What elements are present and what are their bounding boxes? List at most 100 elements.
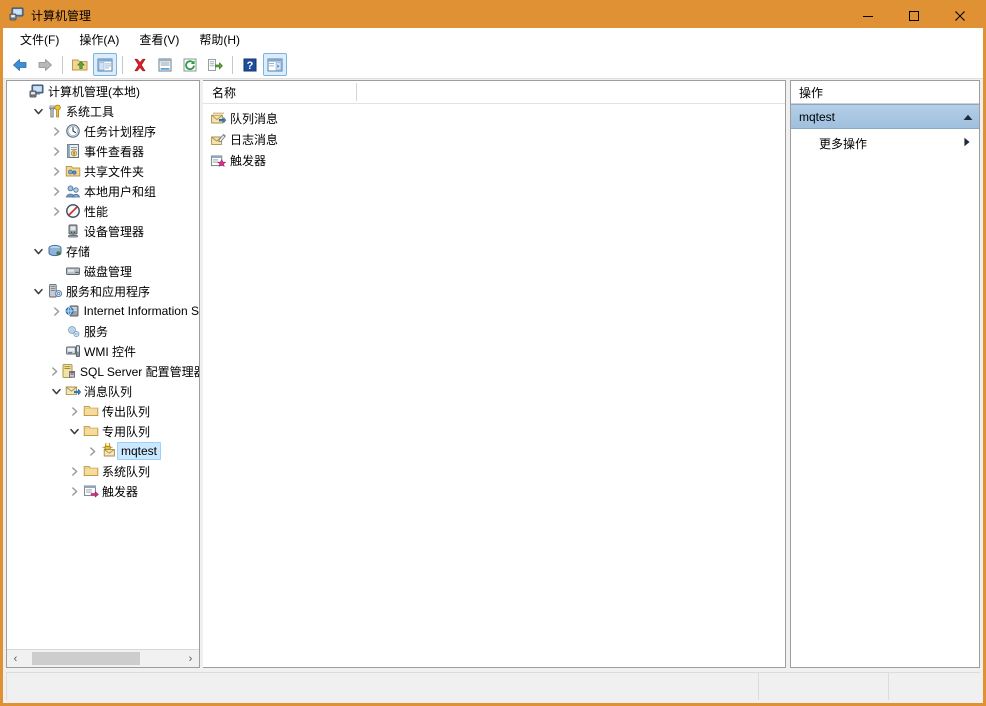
toolbar-separator [122, 55, 123, 74]
column-divider[interactable] [356, 83, 357, 101]
properties-button[interactable] [153, 53, 177, 76]
tree-item-专用队列[interactable]: 专用队列 [7, 421, 199, 441]
chevron-right-icon[interactable] [67, 481, 82, 501]
menu-help[interactable]: 帮助(H) [190, 29, 249, 50]
show-hide-console-tree-button[interactable] [93, 53, 117, 76]
chevron-right-icon[interactable] [67, 401, 82, 421]
tree-item-label: 计算机管理(本地) [48, 84, 140, 99]
storage-icon [46, 241, 64, 261]
chevron-right-icon[interactable] [67, 461, 82, 481]
tree-item-存储[interactable]: 存储 [7, 241, 199, 261]
tree-item-任务计划程序[interactable]: 任务计划程序 [7, 121, 199, 141]
console-tree[interactable]: 计算机管理(本地) 系统工具 任务计划程序 事件查看器共享文件夹本地用户和组 性能设备管… [7, 81, 199, 649]
actions-pane-title: 操作 [791, 81, 979, 104]
tree-item-共享文件夹[interactable]: 共享文件夹 [7, 161, 199, 181]
tree-item-Internet-Information-S[interactable]: Internet Information S [7, 301, 199, 321]
tree-item-mqtest[interactable]: mqtest [7, 441, 199, 461]
help-button[interactable]: ? [238, 53, 262, 76]
chevron-right-icon[interactable] [49, 141, 64, 161]
actions-list[interactable]: 更多操作 [791, 129, 979, 667]
list-item[interactable]: 触发器 [203, 150, 785, 171]
forward-button[interactable] [33, 53, 57, 76]
folder-icon [82, 421, 100, 441]
chevron-up-icon[interactable] [963, 110, 973, 124]
actions-group-header[interactable]: mqtest [791, 104, 979, 129]
list-items[interactable]: 队列消息日志消息触发器 [203, 104, 785, 667]
maximize-button[interactable] [891, 3, 937, 28]
tree-item-label: 消息队列 [84, 384, 133, 399]
chevron-right-icon[interactable] [85, 441, 100, 461]
services-icon [64, 321, 82, 341]
chevron-down-icon[interactable] [49, 381, 64, 401]
tree-item-label: 磁盘管理 [84, 264, 133, 279]
tree-item-事件查看器[interactable]: 事件查看器 [7, 141, 199, 161]
chevron-right-icon[interactable] [49, 361, 60, 381]
chevron-down-icon[interactable] [31, 101, 46, 121]
chevron-down-icon[interactable] [31, 241, 46, 261]
tree-item-消息队列[interactable]: 消息队列 [7, 381, 199, 401]
chevron-down-icon[interactable] [67, 421, 82, 441]
tree-item-设备管理器[interactable]: 设备管理器 [7, 221, 199, 241]
action-item-more-actions[interactable]: 更多操作 [791, 132, 979, 154]
menu-action[interactable]: 操作(A) [70, 29, 128, 50]
tree-item-传出队列[interactable]: 传出队列 [7, 401, 199, 421]
show-action-pane-button[interactable] [263, 53, 287, 76]
column-header-name[interactable]: 名称 [212, 84, 236, 101]
tree-item-label: 设备管理器 [84, 224, 145, 239]
menu-bar: 文件(F) 操作(A) 查看(V) 帮助(H) [3, 28, 983, 51]
delete-button[interactable] [128, 53, 152, 76]
list-item[interactable]: 队列消息 [203, 108, 785, 129]
scrollbar-thumb[interactable] [32, 652, 140, 665]
tree-item-系统工具[interactable]: 系统工具 [7, 101, 199, 121]
tree-item-性能[interactable]: 性能 [7, 201, 199, 221]
scrollbar-track[interactable] [24, 650, 182, 667]
services-apps-icon [46, 281, 64, 301]
tree-item-WMI-控件[interactable]: WMI 控件 [7, 341, 199, 361]
tree-item-计算机管理(本地)[interactable]: 计算机管理(本地) [7, 81, 199, 101]
scroll-right-arrow-icon[interactable]: › [182, 650, 199, 667]
tree-item-label: 专用队列 [102, 424, 151, 439]
folder-icon [82, 401, 100, 421]
chevron-right-icon[interactable] [963, 136, 971, 150]
tree-item-本地用户和组[interactable]: 本地用户和组 [7, 181, 199, 201]
title-bar-left: 计算机管理 [3, 6, 91, 25]
list-item-label: 日志消息 [230, 133, 279, 147]
console-tree-pane: 计算机管理(本地) 系统工具 任务计划程序 事件查看器共享文件夹本地用户和组 性能设备管… [6, 80, 200, 668]
chevron-right-icon[interactable] [49, 121, 64, 141]
tree-item-label: 共享文件夹 [84, 164, 145, 179]
status-cell-secondary [758, 673, 888, 700]
chevron-right-icon[interactable] [49, 301, 64, 321]
trigger-icon [82, 481, 100, 501]
device-manager-icon [64, 221, 82, 241]
tree-item-SQL-Server-配置管理器[interactable]: SQL Server 配置管理器 [7, 361, 199, 381]
tree-item-服务[interactable]: 服务 [7, 321, 199, 341]
svg-text:?: ? [247, 60, 254, 72]
computer-icon [28, 81, 46, 101]
tree-item-label: 触发器 [102, 484, 139, 499]
close-button[interactable] [937, 3, 983, 28]
refresh-button[interactable] [178, 53, 202, 76]
up-folder-button[interactable] [68, 53, 92, 76]
shared-folders-icon [64, 161, 82, 181]
menu-file[interactable]: 文件(F) [11, 29, 68, 50]
tree-item-label: 传出队列 [102, 404, 151, 419]
back-button[interactable] [8, 53, 32, 76]
chevron-right-icon[interactable] [49, 161, 64, 181]
title-bar: 计算机管理 [3, 3, 983, 28]
minimize-button[interactable] [845, 3, 891, 28]
export-list-button[interactable] [203, 53, 227, 76]
chevron-right-icon[interactable] [49, 201, 64, 221]
tree-item-磁盘管理[interactable]: 磁盘管理 [7, 261, 199, 281]
scroll-left-arrow-icon[interactable]: ‹ [7, 650, 24, 667]
tree-horizontal-scrollbar[interactable]: ‹ › [7, 649, 199, 667]
tree-item-触发器[interactable]: 触发器 [7, 481, 199, 501]
tree-item-服务和应用程序[interactable]: 服务和应用程序 [7, 281, 199, 301]
tree-item-系统队列[interactable]: 系统队列 [7, 461, 199, 481]
window-controls [845, 3, 983, 28]
chevron-right-icon[interactable] [49, 181, 64, 201]
chevron-down-icon[interactable] [31, 281, 46, 301]
menu-view[interactable]: 查看(V) [130, 29, 188, 50]
list-item[interactable]: 日志消息 [203, 129, 785, 150]
